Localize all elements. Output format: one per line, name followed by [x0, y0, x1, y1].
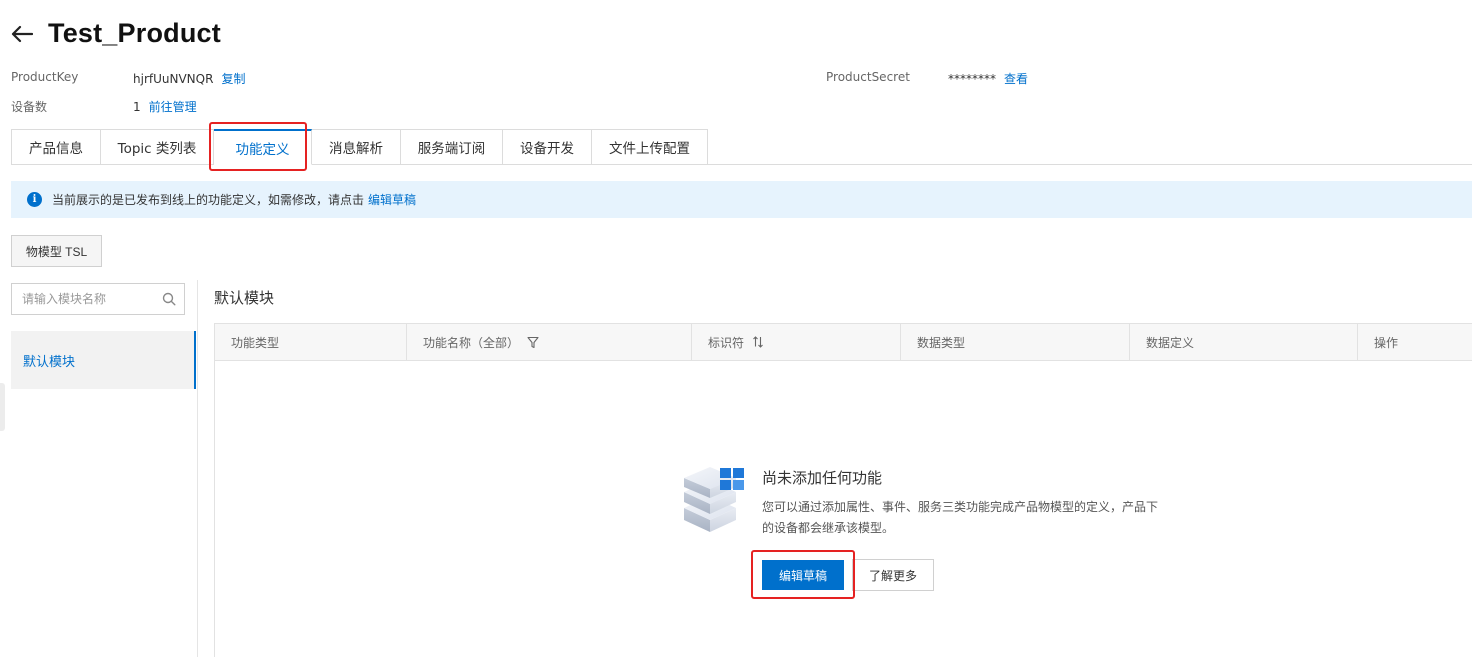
empty-state-description: 您可以通过添加属性、事件、服务三类功能完成产品物模型的定义，产品下 的设备都会继… — [762, 497, 1172, 539]
sidebar-edge-handle[interactable] — [0, 383, 5, 431]
module-search-input[interactable] — [22, 292, 152, 306]
column-data-definition: 数据定义 — [1130, 324, 1358, 360]
column-identifier[interactable]: 标识符 — [692, 324, 901, 360]
empty-state-description-line-1: 您可以通过添加属性、事件、服务三类功能完成产品物模型的定义，产品下 — [762, 500, 1159, 514]
tab-product-info[interactable]: 产品信息 — [11, 129, 101, 165]
table-header: 功能类型 功能名称（全部） 标识符 数据类型 数据定义 操作 — [214, 323, 1472, 361]
notice-edit-draft-link[interactable]: 编辑草稿 — [368, 191, 416, 208]
column-feature-type: 功能类型 — [215, 324, 407, 360]
module-title: 默认模块 — [214, 289, 275, 307]
search-icon[interactable] — [162, 292, 176, 306]
notice-text: 当前展示的是已发布到线上的功能定义，如需修改，请点击 — [52, 193, 365, 207]
device-count-value-row: 1 前往管理 — [133, 98, 197, 115]
sidebar-item-default-module[interactable]: 默认模块 — [11, 331, 196, 389]
tab-message-parsing[interactable]: 消息解析 — [312, 129, 401, 165]
sidebar-divider — [197, 280, 198, 657]
product-key-value: hjrfUuNVNQR — [133, 71, 214, 86]
device-count-label: 设备数 — [11, 100, 48, 114]
arrow-left-icon[interactable] — [10, 22, 34, 46]
product-key-row: ProductKey — [11, 70, 78, 84]
info-icon: i — [27, 192, 42, 207]
view-secret-link[interactable]: 查看 — [1004, 70, 1028, 87]
info-notice: i 当前展示的是已发布到线上的功能定义，如需修改，请点击 编辑草稿 — [11, 181, 1472, 218]
device-count-value: 1 — [133, 99, 141, 114]
tab-bar: 产品信息 Topic 类列表 功能定义 消息解析 服务端订阅 设备开发 文件上传… — [11, 129, 708, 165]
column-data-type: 数据类型 — [901, 324, 1130, 360]
page-title: Test_Product — [48, 18, 221, 48]
tab-topic-list[interactable]: Topic 类列表 — [101, 129, 214, 165]
product-secret-label: ProductSecret — [826, 70, 910, 84]
product-key-value-row: hjrfUuNVNQR 复制 — [133, 70, 245, 87]
tab-feature-definition[interactable]: 功能定义 — [214, 129, 312, 165]
product-secret-value-row: ******** 查看 — [948, 70, 1028, 87]
product-secret-value: ******** — [948, 71, 996, 86]
page-header: Test_Product — [10, 18, 221, 49]
empty-state-title: 尚未添加任何功能 — [762, 469, 883, 487]
tab-device-development[interactable]: 设备开发 — [503, 129, 592, 165]
device-count-row: 设备数 — [11, 98, 47, 115]
empty-state-server-icon — [684, 467, 744, 532]
manage-devices-link[interactable]: 前往管理 — [149, 98, 197, 115]
product-secret-row: ProductSecret — [826, 70, 910, 84]
edit-draft-button[interactable]: 编辑草稿 — [762, 560, 844, 590]
empty-state-description-line-2: 的设备都会继承该模型。 — [762, 521, 895, 535]
copy-link[interactable]: 复制 — [221, 70, 245, 87]
tab-file-upload-config[interactable]: 文件上传配置 — [592, 129, 708, 165]
module-search[interactable] — [11, 283, 185, 315]
filter-icon[interactable] — [527, 336, 539, 349]
sort-icon[interactable] — [752, 336, 764, 348]
tab-server-subscription[interactable]: 服务端订阅 — [401, 129, 503, 165]
product-key-label: ProductKey — [11, 70, 79, 84]
column-actions: 操作 — [1374, 335, 1399, 350]
tsl-button[interactable]: 物模型 TSL — [11, 235, 102, 267]
learn-more-button[interactable]: 了解更多 — [852, 559, 934, 591]
column-feature-name[interactable]: 功能名称（全部） — [407, 324, 692, 360]
table-body-border — [214, 361, 215, 657]
